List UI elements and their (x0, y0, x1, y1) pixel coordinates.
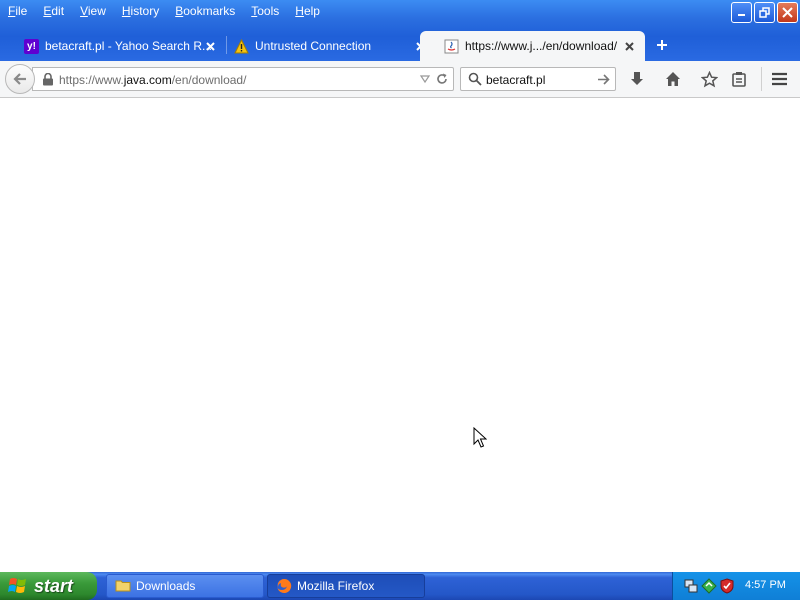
navigation-toolbar: https://www.java.com/en/download/ betacr… (0, 61, 800, 98)
menu-history[interactable]: History (116, 1, 165, 21)
downloads-button[interactable] (628, 70, 646, 88)
security-shield-icon[interactable] (719, 578, 735, 594)
clipboard-icon (732, 72, 746, 87)
search-icon (468, 72, 482, 86)
tab-yahoo-search[interactable]: y! betacraft.pl - Yahoo Search R... (0, 31, 226, 61)
home-icon (666, 72, 680, 86)
close-icon (782, 7, 793, 18)
system-tray: 4:57 PM (672, 572, 800, 600)
url-text[interactable]: https://www.java.com/en/download/ (59, 73, 246, 87)
back-button[interactable] (5, 64, 35, 94)
lock-icon (43, 73, 53, 86)
tab-java-download[interactable]: https://www.j.../en/download/ (420, 31, 645, 61)
browser-window: File Edit View History Bookmarks Tools H… (0, 0, 800, 572)
back-arrow-icon (13, 73, 26, 85)
taskbar-item-firefox[interactable]: Mozilla Firefox (267, 574, 425, 598)
search-bar[interactable]: betacraft.pl (460, 67, 616, 91)
page-content[interactable] (0, 98, 800, 572)
network-icon[interactable] (683, 578, 699, 594)
folder-icon (115, 580, 131, 592)
menu-view[interactable]: View (74, 1, 112, 21)
menu-tools[interactable]: Tools (245, 1, 285, 21)
menu-button[interactable] (770, 70, 788, 88)
windows-logo-icon (8, 578, 26, 593)
menu-bar: File Edit View History Bookmarks Tools H… (0, 0, 330, 22)
download-icon (631, 72, 643, 85)
bookmark-button[interactable] (700, 70, 718, 88)
restore-button[interactable] (754, 2, 775, 23)
arrow-right-icon[interactable] (597, 73, 610, 86)
restore-icon (759, 7, 770, 18)
taskbar: start Downloads Mozilla Firefox 4:57 PM (0, 572, 800, 600)
new-tab-button[interactable] (652, 35, 672, 55)
close-window-button[interactable] (777, 2, 798, 23)
minimize-button[interactable] (731, 2, 752, 23)
plus-icon (657, 40, 667, 50)
menu-file[interactable]: File (2, 1, 33, 21)
search-input[interactable]: betacraft.pl (486, 73, 545, 87)
taskbar-item-downloads[interactable]: Downloads (106, 574, 264, 598)
window-controls (731, 2, 798, 23)
minimize-icon (738, 14, 745, 16)
yahoo-icon: y! (24, 39, 39, 54)
reload-icon[interactable] (435, 72, 449, 86)
hamburger-menu-icon (771, 72, 787, 86)
clock[interactable]: 4:57 PM (745, 579, 786, 591)
tab-strip: y! betacraft.pl - Yahoo Search R... Untr… (0, 28, 800, 61)
update-icon[interactable] (701, 578, 717, 594)
firefox-icon (277, 578, 292, 593)
start-button[interactable]: start (0, 572, 97, 600)
star-icon (700, 70, 718, 87)
dropdown-arrow-icon[interactable] (419, 73, 431, 85)
title-frame: File Edit View History Bookmarks Tools H… (0, 0, 800, 61)
menu-help[interactable]: Help (289, 1, 326, 21)
close-icon (624, 41, 634, 51)
address-bar[interactable]: https://www.java.com/en/download/ (32, 67, 454, 91)
home-button[interactable] (664, 70, 682, 88)
menu-bookmarks[interactable]: Bookmarks (169, 1, 241, 21)
reading-list-button[interactable] (730, 70, 748, 88)
java-page-icon (444, 39, 459, 54)
tab-untrusted-connection[interactable]: Untrusted Connection (210, 31, 436, 61)
menu-edit[interactable]: Edit (37, 1, 70, 21)
tab-close-button[interactable] (622, 39, 636, 53)
warning-icon (234, 39, 249, 54)
toolbar-separator (761, 67, 762, 91)
mouse-cursor-icon (473, 427, 487, 448)
